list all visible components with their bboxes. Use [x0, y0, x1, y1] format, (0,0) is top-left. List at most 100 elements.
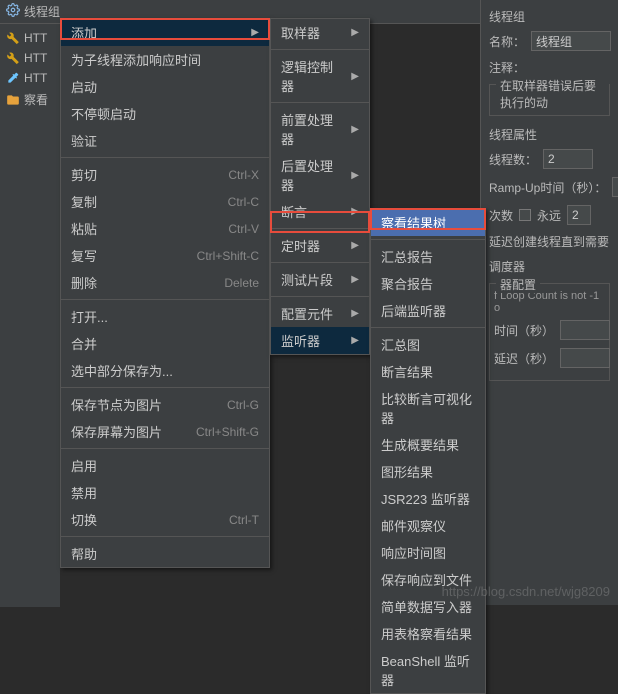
- submenu-arrow-icon: ▶: [351, 274, 359, 285]
- menu-item-label: 取样器: [281, 23, 320, 42]
- menu-item[interactable]: 合并: [61, 330, 269, 357]
- tree-item[interactable]: HTT: [0, 68, 60, 88]
- menu-item[interactable]: 复写Ctrl+Shift-C: [61, 242, 269, 269]
- tree-item[interactable]: HTT: [0, 28, 60, 48]
- menu-item-label: 断言: [281, 202, 307, 221]
- menu-item[interactable]: 保存节点为图片Ctrl-G: [61, 391, 269, 418]
- ramp-input[interactable]: [612, 177, 618, 197]
- loop-note: f Loop Count is not -1 o: [494, 290, 605, 314]
- name-input[interactable]: [531, 31, 611, 51]
- menu-item[interactable]: 后置处理器▶: [271, 152, 369, 198]
- menu-item[interactable]: 启动: [61, 73, 269, 100]
- menu-item[interactable]: 断言▶: [271, 198, 369, 225]
- submenu-arrow-icon: ▶: [251, 27, 259, 38]
- submenu-arrow-icon: ▶: [351, 124, 359, 135]
- menu-item-label: 图形结果: [381, 462, 433, 481]
- submenu-arrow-icon: ▶: [351, 170, 359, 181]
- wrench-icon: [6, 31, 20, 45]
- loop-label: 次数: [489, 207, 513, 224]
- menu-item-label: 帮助: [71, 544, 97, 563]
- menu-item-label: 剪切: [71, 165, 97, 184]
- menu-item[interactable]: 不停顿启动: [61, 100, 269, 127]
- menu-item[interactable]: 为子线程添加响应时间: [61, 46, 269, 73]
- threads-label: 线程数：: [489, 151, 537, 168]
- menu-item[interactable]: 验证: [61, 127, 269, 154]
- tree-item[interactable]: HTT: [0, 48, 60, 68]
- menu-item[interactable]: 剪切 Ctrl-X: [61, 161, 269, 188]
- menu-item[interactable]: 断言结果: [371, 358, 485, 385]
- menu-item[interactable]: 切换Ctrl-T: [61, 506, 269, 533]
- menu-item-label: 启动: [71, 77, 97, 96]
- shortcut: Ctrl-C: [228, 195, 259, 209]
- menu-item-label: 汇总图: [381, 335, 420, 354]
- menu-item[interactable]: 帮助: [61, 540, 269, 567]
- menu-item-label: 删除: [71, 273, 97, 292]
- wrench-icon: [6, 51, 20, 65]
- menu-item-label: 选中部分保存为...: [71, 361, 173, 380]
- menu-item[interactable]: 逻辑控制器 ▶: [271, 53, 369, 99]
- menu-item[interactable]: 生成概要结果: [371, 431, 485, 458]
- error-action-group: 在取样器错误后要执行的动: [489, 84, 610, 116]
- menu-item-label: 验证: [71, 131, 97, 150]
- menu-item[interactable]: 保存屏幕为图片Ctrl+Shift-G: [61, 418, 269, 445]
- menu-item[interactable]: 图形结果: [371, 458, 485, 485]
- name-label: 名称：: [489, 33, 525, 50]
- menu-item[interactable]: 粘贴Ctrl-V: [61, 215, 269, 242]
- submenu-add: 取样器▶逻辑控制器▶前置处理器▶后置处理器▶断言▶定时器▶测试片段▶配置元件▶监…: [270, 18, 370, 355]
- menu-item[interactable]: 取样器 ▶: [271, 19, 369, 46]
- menu-item[interactable]: 禁用: [61, 479, 269, 506]
- menu-item[interactable]: 定时器▶: [271, 232, 369, 259]
- menu-item[interactable]: 监听器▶: [271, 327, 369, 354]
- menu-item[interactable]: 前置处理器▶: [271, 106, 369, 152]
- start-delay-input[interactable]: [560, 348, 610, 368]
- menu-item[interactable]: 启用: [61, 452, 269, 479]
- menu-item-label: 后端监听器: [381, 301, 446, 320]
- menu-item-label: 合并: [71, 334, 97, 353]
- loop-input[interactable]: [567, 205, 591, 225]
- menu-item[interactable]: 添加▶: [61, 19, 269, 46]
- tree-item[interactable]: 察看: [0, 88, 60, 111]
- menu-item-label: 为子线程添加响应时间: [71, 50, 201, 69]
- menu-item[interactable]: 复制Ctrl-C: [61, 188, 269, 215]
- menu-item-label: 配置元件: [281, 304, 333, 323]
- duration-input[interactable]: [560, 320, 610, 340]
- menu-item-label: JSR223 监听器: [381, 489, 470, 508]
- menu-item[interactable]: 比较断言可视化器: [371, 385, 485, 431]
- menu-item[interactable]: 配置元件▶: [271, 300, 369, 327]
- dropper-icon: [6, 71, 20, 85]
- menu-item-label: 粘贴: [71, 219, 97, 238]
- submenu-arrow-icon: ▶: [351, 71, 359, 82]
- menu-item[interactable]: 选中部分保存为...: [61, 357, 269, 384]
- menu-item-label: 启用: [71, 456, 97, 475]
- window-title: 线程组: [24, 3, 60, 20]
- gear-icon: [6, 3, 20, 20]
- menu-item[interactable]: 响应时间图: [371, 539, 485, 566]
- menu-item[interactable]: 后端监听器: [371, 297, 485, 324]
- scheduler-group: 器配置 f Loop Count is not -1 o 时间（秒） 延迟（秒）: [489, 283, 610, 381]
- menu-item[interactable]: 删除Delete: [61, 269, 269, 296]
- menu-item-label: 复写: [71, 246, 97, 265]
- forever-checkbox[interactable]: [519, 209, 531, 221]
- menu-item[interactable]: BeanShell 监听器: [371, 647, 485, 693]
- menu-item[interactable]: 察看结果树: [371, 209, 485, 236]
- menu-item[interactable]: 聚合报告: [371, 270, 485, 297]
- menu-item-label: 保存节点为图片: [71, 395, 162, 414]
- menu-item[interactable]: JSR223 监听器: [371, 485, 485, 512]
- menu-item-label: 测试片段: [281, 270, 333, 289]
- submenu-arrow-icon: ▶: [351, 27, 359, 38]
- menu-item[interactable]: 打开...: [61, 303, 269, 330]
- properties-panel: 线程组 名称： 注释： 在取样器错误后要执行的动 线程属性 线程数： Ramp-…: [480, 0, 618, 605]
- menu-item[interactable]: 用表格察看结果: [371, 620, 485, 647]
- menu-item[interactable]: 邮件观察仪: [371, 512, 485, 539]
- menu-item-label: 逻辑控制器: [281, 57, 343, 95]
- submenu-arrow-icon: ▶: [351, 335, 359, 346]
- submenu-arrow-icon: ▶: [351, 240, 359, 251]
- folder-icon: [6, 93, 20, 107]
- menu-item-label: 断言结果: [381, 362, 433, 381]
- menu-item[interactable]: 汇总图: [371, 331, 485, 358]
- menu-item[interactable]: 汇总报告: [371, 243, 485, 270]
- shortcut: Ctrl-X: [228, 168, 259, 182]
- tree-panel: HTT HTT HTT 察看: [0, 24, 60, 607]
- threads-input[interactable]: [543, 149, 593, 169]
- menu-item[interactable]: 测试片段 ▶: [271, 266, 369, 293]
